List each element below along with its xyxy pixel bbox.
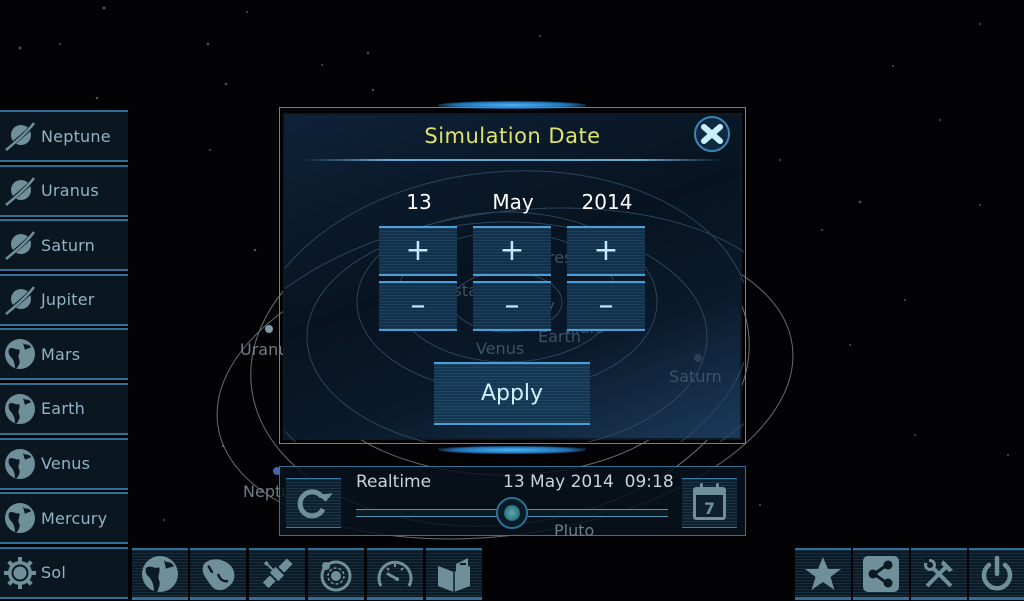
toolbar-asteroids-button[interactable] <box>190 548 246 600</box>
sidebar-item-uranus[interactable]: Uranus <box>0 164 128 217</box>
toolbar-orbits-button[interactable] <box>308 548 364 600</box>
sidebar-item-label: Earth <box>41 399 85 419</box>
globe-icon <box>5 503 35 534</box>
month-increment-button[interactable]: + <box>473 226 551 276</box>
close-button[interactable] <box>694 116 730 152</box>
orbit-label-venus: Venus <box>476 339 525 358</box>
orbit-label-saturn: Saturn <box>669 367 722 386</box>
orbit-label-pluto: Pluto <box>554 521 595 540</box>
speedometer-icon <box>377 560 413 587</box>
toolbar-speed-button[interactable] <box>367 548 423 600</box>
calendar-day-number: 7 <box>704 499 715 518</box>
planet-ringed-icon <box>3 121 37 152</box>
sidebar-item-label: Uranus <box>41 181 99 201</box>
refresh-icon <box>297 489 333 519</box>
planet-sidebar: Neptune Uranus Saturn Jupiter Mars Earth… <box>0 110 128 601</box>
share-button[interactable] <box>853 548 909 600</box>
power-icon <box>981 555 1013 590</box>
year-increment-button[interactable]: + <box>567 226 645 276</box>
globe-icon <box>5 393 35 424</box>
sidebar-item-label: Mercury <box>41 508 108 528</box>
globe-icon <box>5 448 35 479</box>
title-divider <box>302 159 724 161</box>
sidebar-item-label: Mars <box>41 344 81 364</box>
sidebar-item-venus[interactable]: Venus <box>0 437 128 490</box>
year-decrement-button[interactable]: – <box>567 281 645 331</box>
share-icon <box>863 555 899 592</box>
sidebar-item-mars[interactable]: Mars <box>0 328 128 381</box>
settings-button[interactable] <box>911 548 967 600</box>
sidebar-item-jupiter[interactable]: Jupiter <box>0 273 128 326</box>
tools-icon <box>924 557 953 587</box>
satellite-icon <box>262 557 293 588</box>
dialog-title: Simulation Date <box>424 124 601 148</box>
dialog-glow-bottom <box>438 446 586 454</box>
sidebar-item-label: Saturn <box>41 235 96 255</box>
sidebar-item-sol[interactable]: Sol <box>0 546 128 599</box>
exit-button[interactable] <box>969 548 1024 600</box>
globe-icon <box>5 339 35 370</box>
sidebar-item-neptune[interactable]: Neptune <box>0 110 128 162</box>
calendar-button[interactable]: 7 <box>682 478 737 528</box>
realtime-label: Realtime <box>356 472 432 492</box>
current-datetime: 13 May 2014 09:18 <box>503 472 674 492</box>
sidebar-item-label: Neptune <box>41 126 111 146</box>
sidebar-item-mercury[interactable]: Mercury <box>0 492 128 545</box>
close-x-icon <box>701 124 723 144</box>
toolbar-info-button[interactable] <box>426 548 482 600</box>
day-decrement-button[interactable]: – <box>379 281 457 331</box>
asteroid-icon <box>202 558 235 590</box>
day-value: 13 <box>406 190 432 214</box>
sidebar-item-label: Jupiter <box>41 290 95 310</box>
globe-icon <box>142 555 178 592</box>
sidebar-item-label: Venus <box>41 454 91 474</box>
planet-ringed-icon <box>3 230 37 261</box>
sidebar-item-earth[interactable]: Earth <box>0 382 128 435</box>
book-icon <box>438 557 470 592</box>
realtime-button[interactable] <box>286 478 341 528</box>
sun-icon <box>4 556 36 589</box>
apply-button[interactable]: Apply <box>434 362 590 425</box>
month-decrement-button[interactable]: – <box>473 281 551 331</box>
sidebar-item-saturn[interactable]: Saturn <box>0 219 128 272</box>
toolbar-satellites-button[interactable] <box>249 548 305 600</box>
toolbar-planets-button[interactable] <box>132 548 188 600</box>
orbit-icon <box>320 560 352 591</box>
calendar-icon: 7 <box>693 483 726 520</box>
planet-ringed-icon <box>3 285 37 316</box>
year-value: 2014 <box>581 190 633 214</box>
time-slider-thumb[interactable] <box>496 497 528 529</box>
planet-ringed-icon <box>3 176 37 207</box>
uranus-marker <box>265 325 273 333</box>
star-icon <box>805 556 841 590</box>
favorites-button[interactable] <box>795 548 851 600</box>
sidebar-item-label: Sol <box>41 563 66 583</box>
day-increment-button[interactable]: + <box>379 226 457 276</box>
month-value: May <box>492 190 534 214</box>
